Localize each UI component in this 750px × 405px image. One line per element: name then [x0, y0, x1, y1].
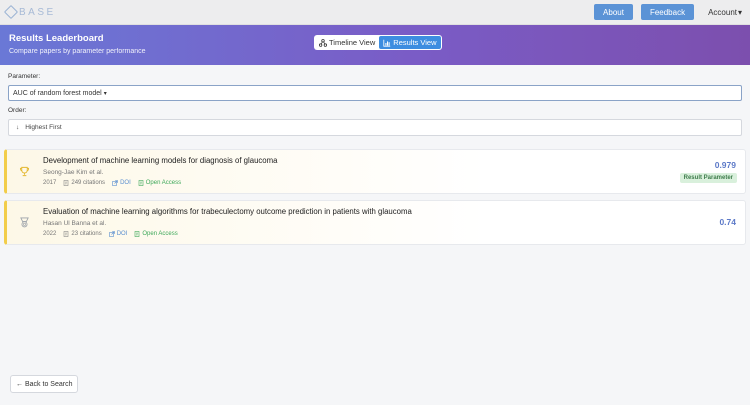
doi-label: DOI — [120, 180, 131, 186]
paper-year: 2017 — [43, 180, 57, 186]
feedback-button[interactable]: Feedback — [640, 4, 695, 20]
order-value: Highest First — [25, 124, 62, 131]
paper-title[interactable]: Evaluation of machine learning algorithm… — [43, 207, 737, 216]
citations: 23 citations — [63, 231, 102, 237]
open-access-label: Open Access — [145, 180, 182, 186]
filter-controls: Parameter: AUC of random forest model ▾ … — [0, 65, 750, 136]
open-access-icon — [138, 180, 144, 186]
parameter-select[interactable]: AUC of random forest model ▾ — [8, 85, 742, 101]
results-view-label: Results View — [393, 38, 437, 47]
back-to-search-label: Back to Search — [25, 380, 73, 388]
view-toggle: Timeline View Results View — [314, 35, 442, 50]
timeline-icon — [319, 38, 327, 47]
arrow-left-icon: ← — [16, 380, 23, 388]
open-access-icon — [135, 231, 140, 237]
open-access-link[interactable]: Open Access — [134, 231, 178, 237]
result-score: 0.74 — [719, 217, 736, 227]
result-card[interactable]: Development of machine learning models f… — [4, 149, 746, 194]
back-to-search-button[interactable]: ← Back to Search — [10, 375, 79, 393]
result-score: 0.979 — [714, 160, 736, 170]
document-icon — [64, 231, 69, 237]
logo-text: BASE — [19, 6, 56, 18]
paper-authors: Seong-Jae Kim et al. — [43, 169, 104, 176]
citation-count: 249 citations — [71, 180, 106, 186]
top-actions: About Feedback Account ▾ — [594, 4, 742, 20]
doi-link[interactable]: DOI — [108, 231, 128, 237]
paper-authors: Hasan Ul Banna et al. — [43, 220, 107, 227]
timeline-view-label: Timeline View — [329, 38, 376, 47]
results-view-button[interactable]: Results View — [379, 36, 441, 49]
trophy-icon — [19, 166, 30, 177]
result-card[interactable]: Evaluation of machine learning algorithm… — [4, 200, 746, 245]
about-button[interactable]: About — [594, 4, 633, 20]
doi-link[interactable]: DOI — [112, 180, 131, 186]
citations: 249 citations — [63, 180, 105, 186]
paper-title[interactable]: Development of machine learning models f… — [43, 156, 737, 165]
account-label: Account — [708, 7, 737, 17]
bar-chart-icon — [383, 39, 391, 47]
parameter-value: AUC of random forest model — [13, 89, 102, 97]
citation-count: 23 citations — [71, 231, 102, 237]
paper-meta: 2022 23 citations DOI Open Access — [43, 231, 737, 237]
paper-year: 2022 — [43, 231, 57, 237]
parameter-label: Parameter: — [8, 73, 41, 80]
hero-banner: Results Leaderboard Compare papers by pa… — [0, 25, 750, 65]
external-link-icon — [108, 231, 115, 237]
open-access-label: Open Access — [142, 231, 178, 237]
doi-label: DOI — [116, 231, 128, 237]
external-link-icon — [112, 180, 118, 186]
document-icon — [64, 180, 69, 186]
result-parameter-badge: Result Parameter — [679, 173, 737, 183]
medal-icon — [20, 217, 29, 228]
order-select[interactable]: ↓ Highest First — [8, 119, 742, 136]
open-access-link[interactable]: Open Access — [138, 180, 181, 186]
arrow-down-icon: ↓ — [16, 124, 20, 131]
order-label: Order: — [8, 107, 27, 114]
logo-icon — [3, 4, 19, 20]
results-list: Development of machine learning models f… — [0, 149, 750, 245]
timeline-view-button[interactable]: Timeline View — [315, 36, 379, 49]
paper-meta: 2017 249 citations DOI Open Access — [43, 180, 737, 186]
caret-down-icon: ▾ — [737, 7, 742, 17]
account-menu[interactable]: Account ▾ — [708, 8, 742, 17]
app-logo[interactable]: BASE — [3, 4, 56, 20]
caret-down-icon: ▾ — [103, 90, 107, 97]
top-navigation-bar: BASE About Feedback Account ▾ — [0, 0, 750, 25]
